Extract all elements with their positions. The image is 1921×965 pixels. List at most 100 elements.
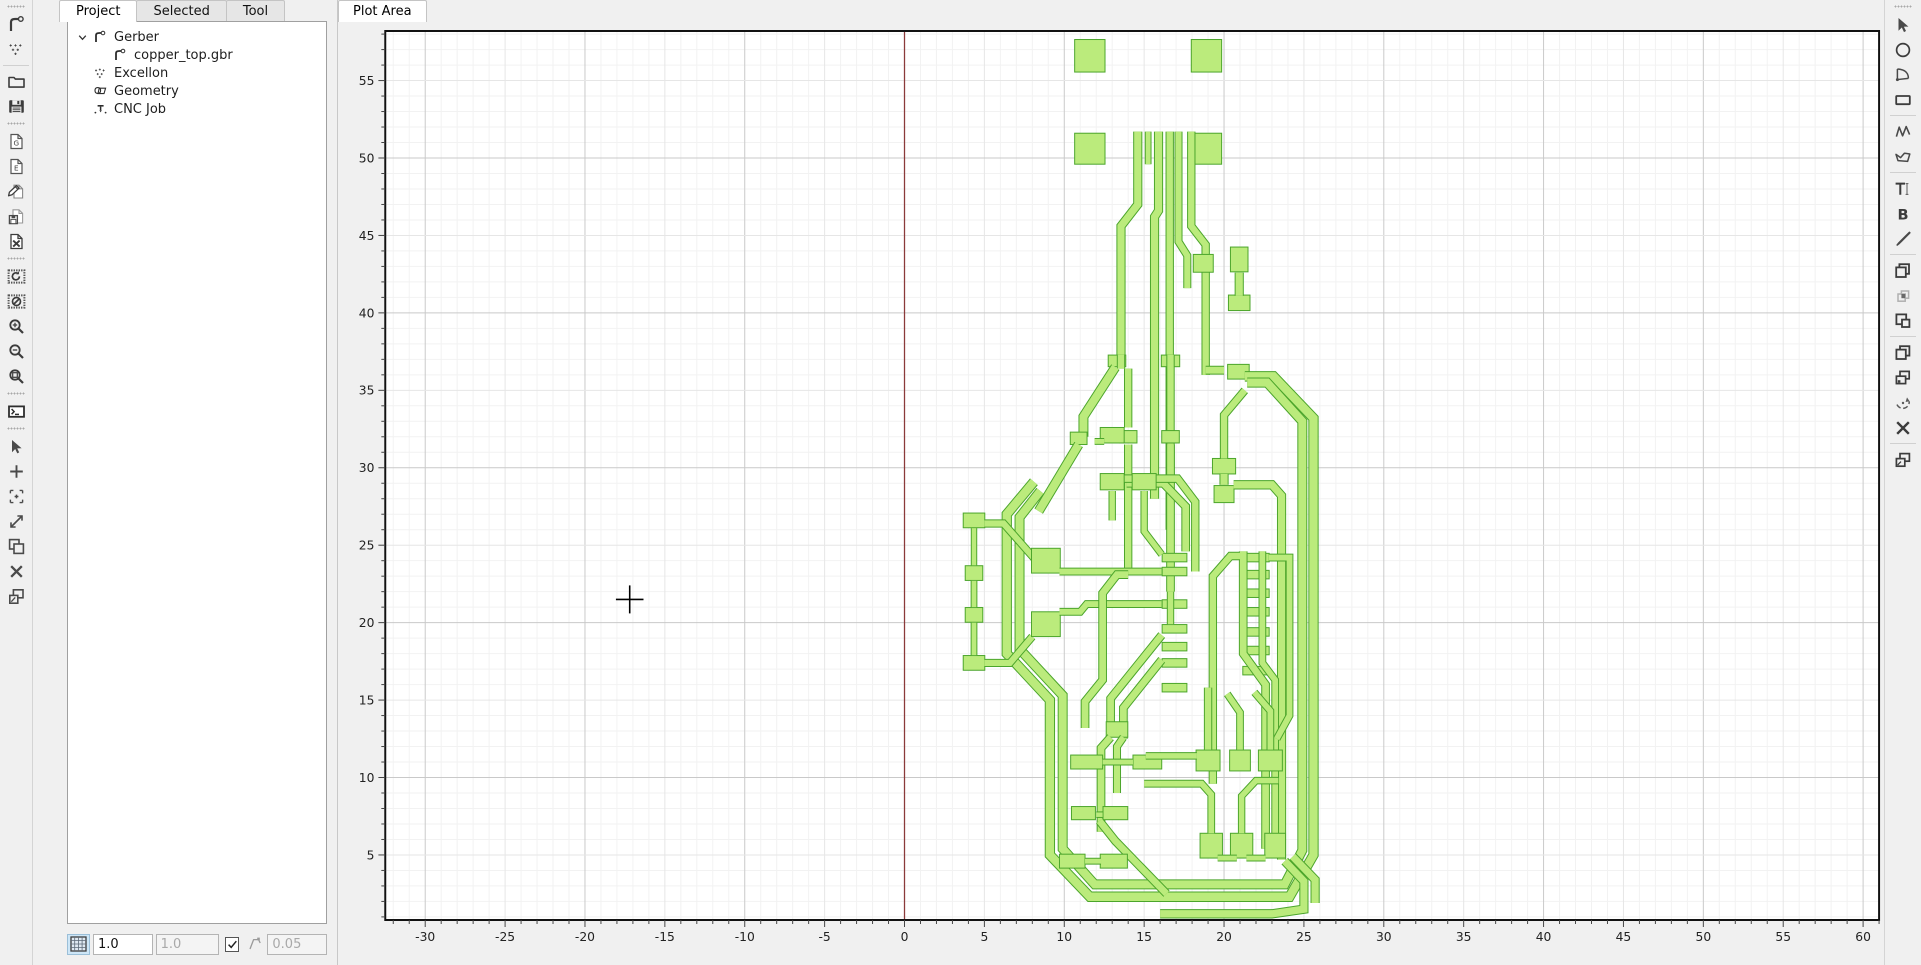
paint-shape-icon[interactable]: [1890, 226, 1917, 251]
project-tree-container: Gerber copper_top.gbr Excellon Geometry …: [67, 21, 327, 924]
svg-text:10: 10: [359, 770, 375, 785]
svg-text:35: 35: [359, 383, 375, 398]
svg-text:25: 25: [359, 538, 375, 553]
toolbar-grip[interactable]: [5, 255, 27, 262]
plot-canvas-container[interactable]: -30 -25 -20 -15 -10 -5 0 5 10 15 20 25 30 35 40 45 50 55 6…: [338, 22, 1884, 965]
excellon-icon: [90, 66, 110, 80]
cut-path-icon[interactable]: [1890, 340, 1917, 365]
add-arc-icon[interactable]: [1890, 62, 1917, 87]
copy-shape-icon[interactable]: [1890, 365, 1917, 390]
chevron-down-icon[interactable]: [74, 32, 90, 43]
add-polyline-icon[interactable]: [1890, 119, 1917, 144]
open-excellon-icon[interactable]: [3, 37, 30, 62]
svg-text:30: 30: [359, 460, 375, 475]
delete-object-icon[interactable]: [3, 229, 30, 254]
add-polygon-icon[interactable]: [1890, 144, 1917, 169]
add-circle-icon[interactable]: [1890, 37, 1917, 62]
svg-text:-20: -20: [575, 929, 595, 944]
replot-all-icon[interactable]: [3, 264, 30, 289]
svg-text:20: 20: [1216, 929, 1232, 944]
project-tabbar: Project Selected Tool: [33, 0, 337, 22]
svg-text:-5: -5: [818, 929, 830, 944]
zoom-out-icon[interactable]: [3, 339, 30, 364]
grid-y-input[interactable]: 1.0: [155, 933, 219, 955]
shell-console-icon[interactable]: [3, 399, 30, 424]
project-panel: Project Selected Tool Gerber copper_top.…: [33, 0, 338, 965]
tree-item-cnc-job[interactable]: CNC Job: [74, 100, 326, 118]
tree-item-geometry[interactable]: Geometry: [74, 82, 326, 100]
save-object-icon[interactable]: [3, 204, 30, 229]
tree-item-label: Gerber: [114, 29, 160, 45]
new-excellon-document-icon[interactable]: E: [3, 154, 30, 179]
grid-settings-bar: 1.0 1.0 0.05: [67, 929, 327, 959]
delete-shape-icon[interactable]: [1890, 415, 1917, 440]
tree-item-excellon[interactable]: Excellon: [74, 64, 326, 82]
grid-icon[interactable]: [67, 933, 90, 955]
gerber-icon: [90, 30, 110, 44]
svg-text:25: 25: [1296, 929, 1312, 944]
tree-item-copper-top-gbr[interactable]: copper_top.gbr: [74, 46, 326, 64]
new-gerber-document-icon[interactable]: G: [3, 129, 30, 154]
project-tree: Gerber copper_top.gbr Excellon Geometry …: [68, 22, 326, 118]
plot-panel: Plot Area -30 -25 -20 -15 -10 -5 0 5 10 15 20 25 30 3…: [338, 0, 1884, 965]
toolbar-grip[interactable]: [5, 390, 27, 397]
svg-text:G: G: [13, 139, 19, 148]
edit-object-icon[interactable]: [3, 179, 30, 204]
svg-text:60: 60: [1855, 929, 1871, 944]
toolbar-grip[interactable]: [5, 3, 27, 10]
toolbar-grip[interactable]: [5, 425, 27, 432]
tree-item-gerber[interactable]: Gerber: [74, 28, 326, 46]
svg-text:5: 5: [367, 847, 375, 862]
resize-drill-icon[interactable]: [3, 509, 30, 534]
svg-text:55: 55: [1775, 929, 1791, 944]
save-project-icon[interactable]: [3, 94, 30, 119]
toolbar-grip[interactable]: [1892, 3, 1914, 10]
toolbar-separator: [1890, 443, 1916, 444]
clear-plot-icon[interactable]: [3, 289, 30, 314]
toolbar-separator: [3, 65, 29, 66]
svg-text:-15: -15: [655, 929, 675, 944]
subtraction-shapes-icon[interactable]: [1890, 308, 1917, 333]
toolbar-grip[interactable]: [5, 120, 27, 127]
grid-x-input[interactable]: 1.0: [92, 933, 153, 955]
snap-magnet-icon[interactable]: [245, 936, 264, 952]
tab-selected[interactable]: Selected: [136, 0, 227, 22]
move-shape-icon[interactable]: [1890, 447, 1917, 472]
zoom-in-icon[interactable]: [3, 314, 30, 339]
tab-tool[interactable]: Tool: [225, 0, 286, 22]
move-drill-icon[interactable]: [3, 584, 30, 609]
add-text-icon[interactable]: [1890, 176, 1917, 201]
add-buffer-icon[interactable]: B: [1890, 201, 1917, 226]
grid-link-checkbox[interactable]: [224, 936, 240, 952]
zoom-fit-icon[interactable]: [3, 364, 30, 389]
union-shapes-icon[interactable]: [1890, 258, 1917, 283]
svg-text:30: 30: [1376, 929, 1392, 944]
open-gerber-icon[interactable]: [3, 12, 30, 37]
add-drill-array-icon[interactable]: [3, 484, 30, 509]
intersection-shapes-icon[interactable]: [1890, 283, 1917, 308]
transform-shape-icon[interactable]: [1890, 390, 1917, 415]
svg-text:B: B: [1897, 207, 1908, 223]
svg-text:15: 15: [359, 692, 375, 707]
gerber-icon: [110, 48, 130, 62]
svg-text:20: 20: [359, 615, 375, 630]
snap-max-input[interactable]: 0.05: [267, 933, 327, 955]
tree-item-label: Geometry: [114, 83, 179, 99]
add-rectangle-icon[interactable]: [1890, 87, 1917, 112]
plot-canvas[interactable]: -30 -25 -20 -15 -10 -5 0 5 10 15 20 25 30 35 40 45 50 55 6…: [338, 22, 1884, 965]
svg-text:15: 15: [1136, 929, 1152, 944]
delete-drill-icon[interactable]: [3, 559, 30, 584]
svg-text:-10: -10: [735, 929, 755, 944]
svg-text:50: 50: [359, 150, 375, 165]
tree-item-label: Excellon: [114, 65, 169, 81]
svg-text:35: 35: [1456, 929, 1472, 944]
copy-drill-icon[interactable]: [3, 534, 30, 559]
plot-tabbar: Plot Area: [338, 0, 1884, 22]
select-cursor-icon[interactable]: [1890, 12, 1917, 37]
tab-project[interactable]: Project: [59, 0, 138, 22]
tab-plot-area[interactable]: Plot Area: [338, 0, 427, 22]
add-drill-icon[interactable]: [3, 459, 30, 484]
open-project-folder-icon[interactable]: [3, 69, 30, 94]
select-cursor-icon[interactable]: [3, 434, 30, 459]
tree-item-label: copper_top.gbr: [134, 47, 233, 63]
